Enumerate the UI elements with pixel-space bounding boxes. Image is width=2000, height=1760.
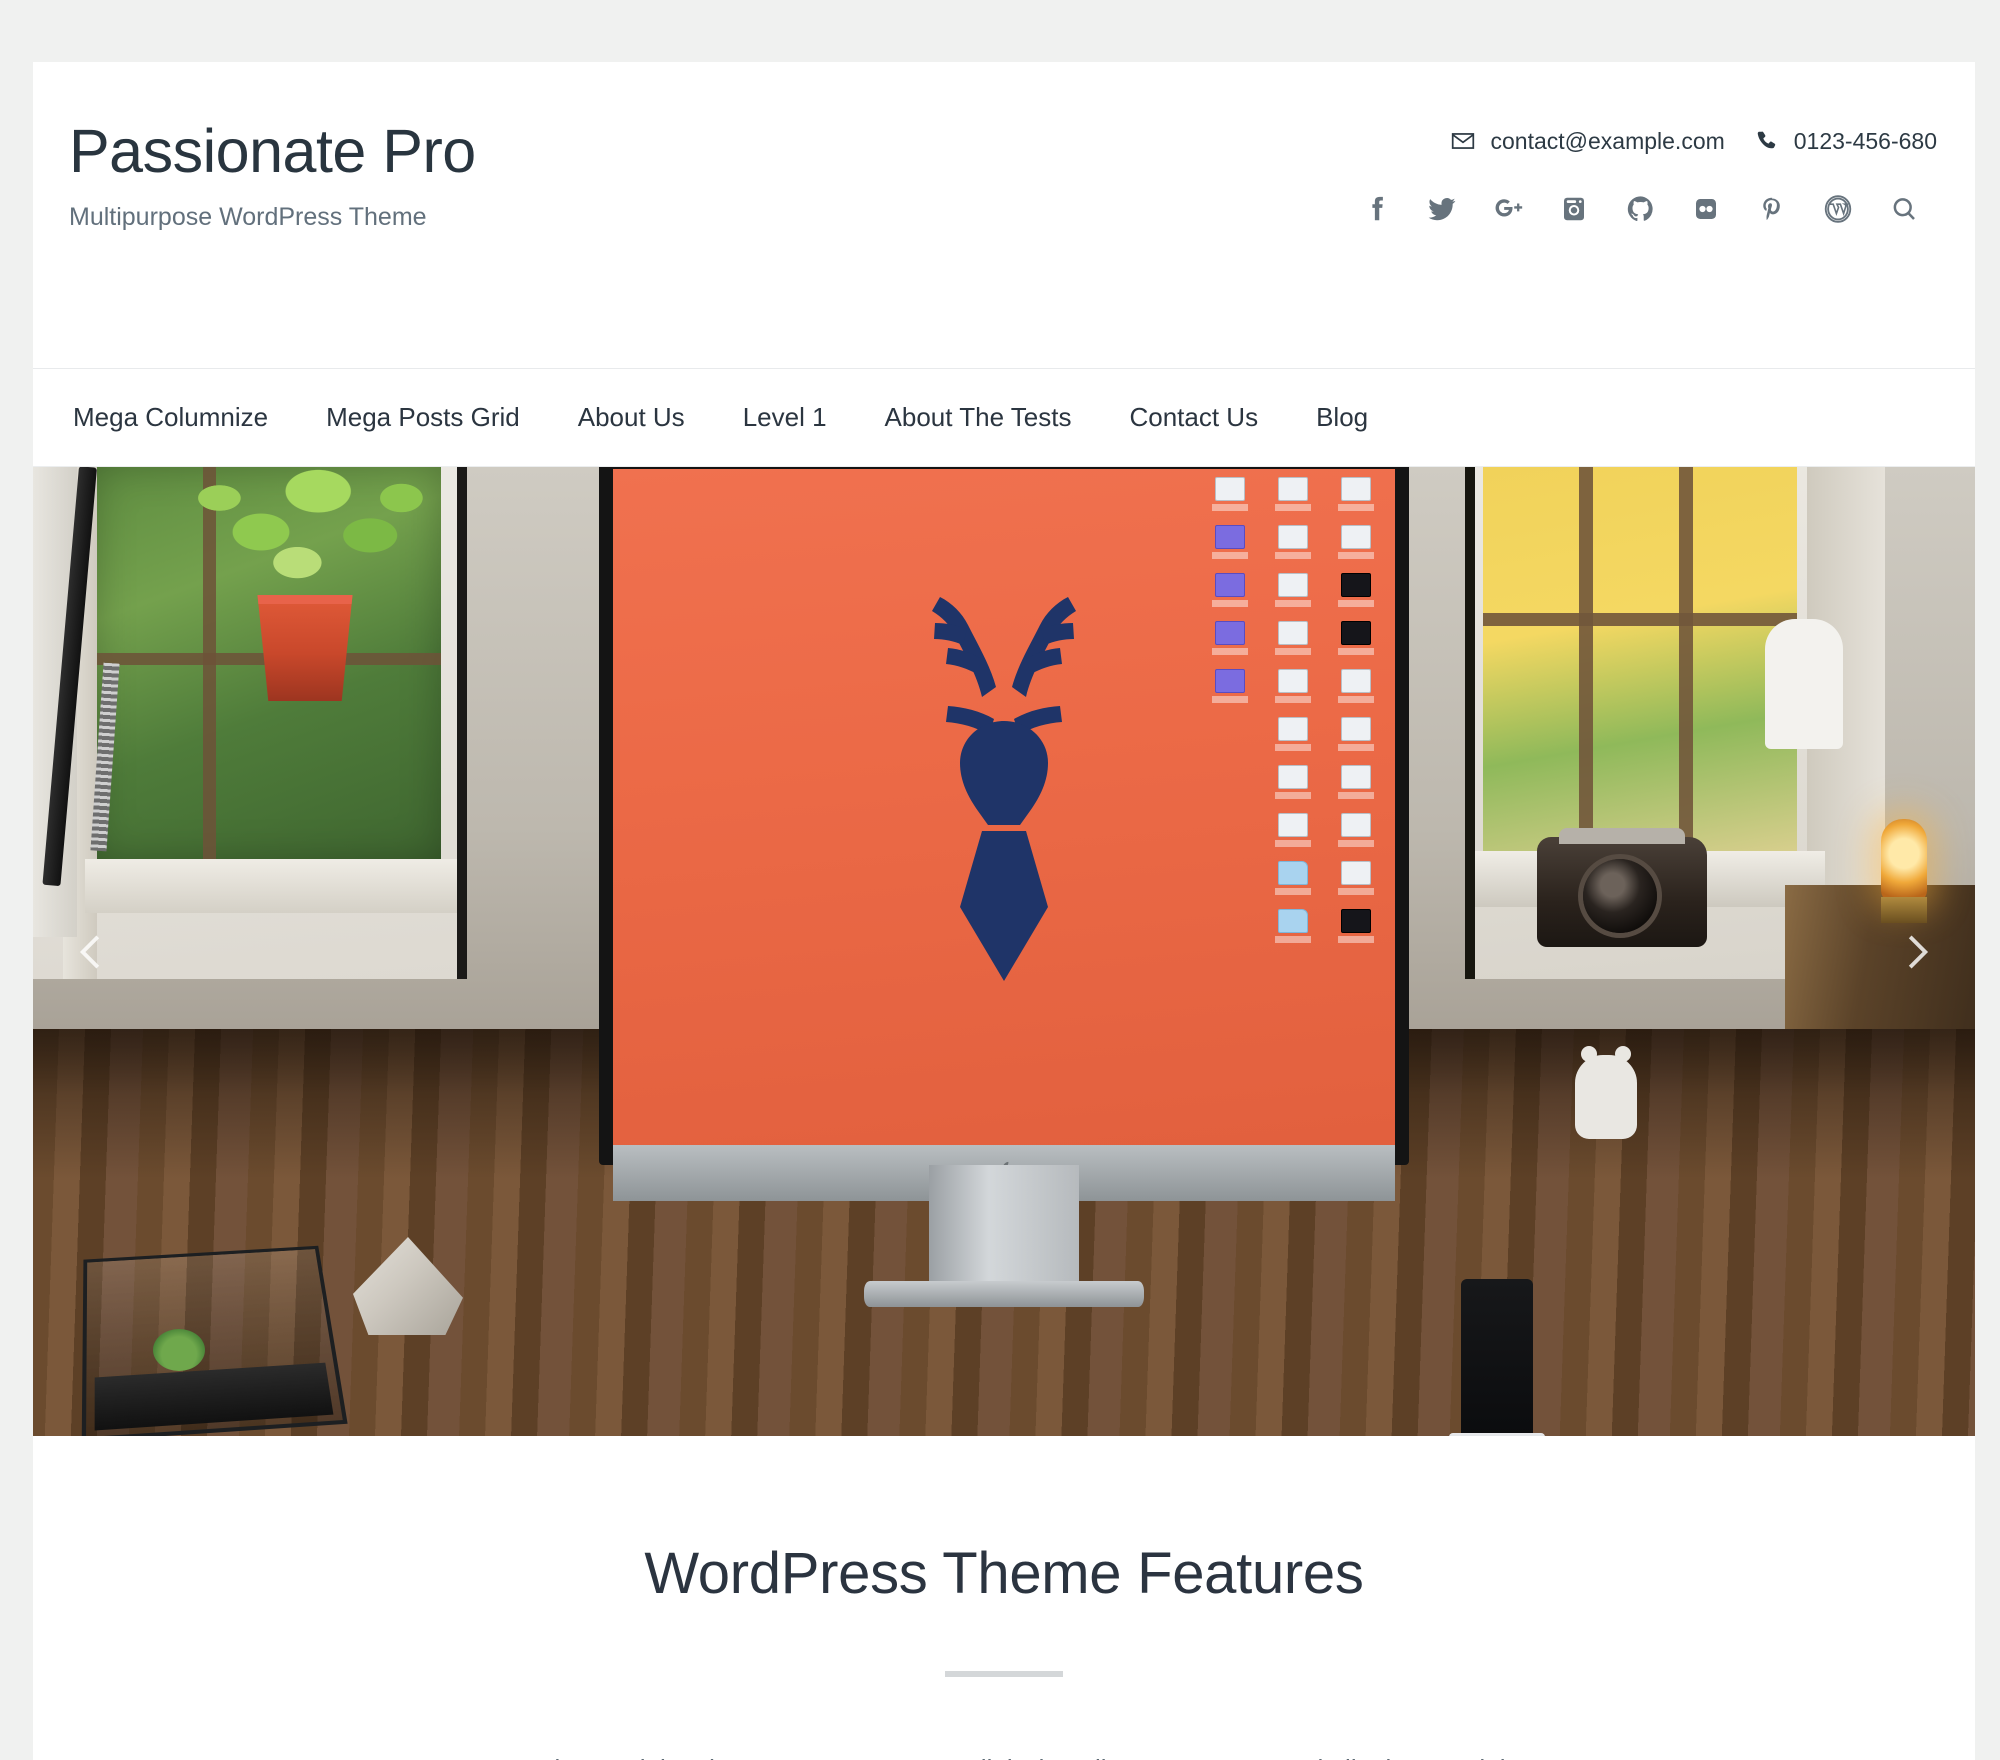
potted-plant-leaves	[183, 467, 443, 617]
phone-icon	[1754, 128, 1780, 154]
social-links	[1343, 180, 1937, 238]
phone-in-dock	[1449, 1279, 1545, 1436]
deer-logo-icon	[932, 597, 1076, 981]
contact-phone[interactable]: 0123-456-680	[1754, 128, 1937, 155]
contact-email[interactable]: contact@example.com	[1450, 127, 1725, 155]
site-tagline: Multipurpose WordPress Theme	[69, 203, 427, 232]
contact-email-text: contact@example.com	[1490, 127, 1725, 154]
nav-item-mega-columnize[interactable]: Mega Columnize	[73, 402, 297, 433]
envelope-icon	[1450, 128, 1476, 154]
polar-bear-figurine	[1575, 1046, 1637, 1139]
nav-item-level-1[interactable]: Level 1	[714, 402, 856, 433]
features-section: WordPress Theme Features Lorem ipsum dol…	[33, 1436, 1975, 1760]
twitter-icon[interactable]	[1409, 180, 1475, 238]
edison-bulb	[1881, 819, 1927, 901]
imac-stand-neck	[929, 1165, 1079, 1285]
header-widget-area: contact@example.com 0123-456-680	[1343, 124, 1937, 238]
left-window-sill	[85, 859, 457, 913]
hero-slide-image	[33, 467, 1975, 1436]
nav-item-mega-posts-grid[interactable]: Mega Posts Grid	[297, 402, 549, 433]
site-branding: Passionate Pro Multipurpose WordPress Th…	[69, 119, 476, 232]
site-title[interactable]: Passionate Pro	[69, 119, 476, 183]
features-title: WordPress Theme Features	[644, 1541, 1364, 1606]
contact-phone-text: 0123-456-680	[1793, 127, 1937, 154]
slider-next-button[interactable]	[1883, 917, 1953, 987]
imac-computer	[599, 467, 1409, 1307]
potted-plant-pot	[257, 595, 353, 701]
succulent-plant	[153, 1329, 205, 1371]
hero-slider	[33, 467, 1975, 1436]
garden-figure	[1765, 619, 1843, 749]
search-icon[interactable]	[1871, 180, 1937, 238]
imac-stand-foot	[864, 1281, 1144, 1307]
pinterest-icon[interactable]	[1739, 180, 1805, 238]
google-plus-icon[interactable]	[1475, 180, 1541, 238]
nav-item-about-the-tests[interactable]: About The Tests	[856, 402, 1101, 433]
flickr-icon[interactable]	[1673, 180, 1739, 238]
right-window-pane	[1483, 467, 1797, 855]
instagram-icon[interactable]	[1541, 180, 1607, 238]
imac-screen	[613, 469, 1395, 1145]
features-intro-text: Lorem ipsum dolor sit amet, consectetuer…	[33, 1749, 1975, 1760]
site-header: Passionate Pro Multipurpose WordPress Th…	[33, 62, 1975, 369]
wordpress-icon[interactable]	[1805, 180, 1871, 238]
github-icon[interactable]	[1607, 180, 1673, 238]
glass-terrarium	[81, 1245, 348, 1436]
facebook-icon[interactable]	[1343, 180, 1409, 238]
slider-prev-button[interactable]	[55, 917, 125, 987]
nav-item-contact-us[interactable]: Contact Us	[1100, 402, 1287, 433]
camera	[1537, 828, 1707, 947]
features-divider	[945, 1671, 1063, 1677]
primary-navigation: Mega Columnize Mega Posts Grid About Us …	[33, 369, 1975, 467]
page-content-area: Passionate Pro Multipurpose WordPress Th…	[33, 62, 1975, 1760]
desktop-file-icons	[1197, 473, 1389, 955]
nav-item-about-us[interactable]: About Us	[549, 402, 714, 433]
nav-item-blog[interactable]: Blog	[1287, 402, 1397, 433]
imac-bezel	[599, 467, 1409, 1165]
contact-info: contact@example.com 0123-456-680	[1450, 124, 1937, 158]
